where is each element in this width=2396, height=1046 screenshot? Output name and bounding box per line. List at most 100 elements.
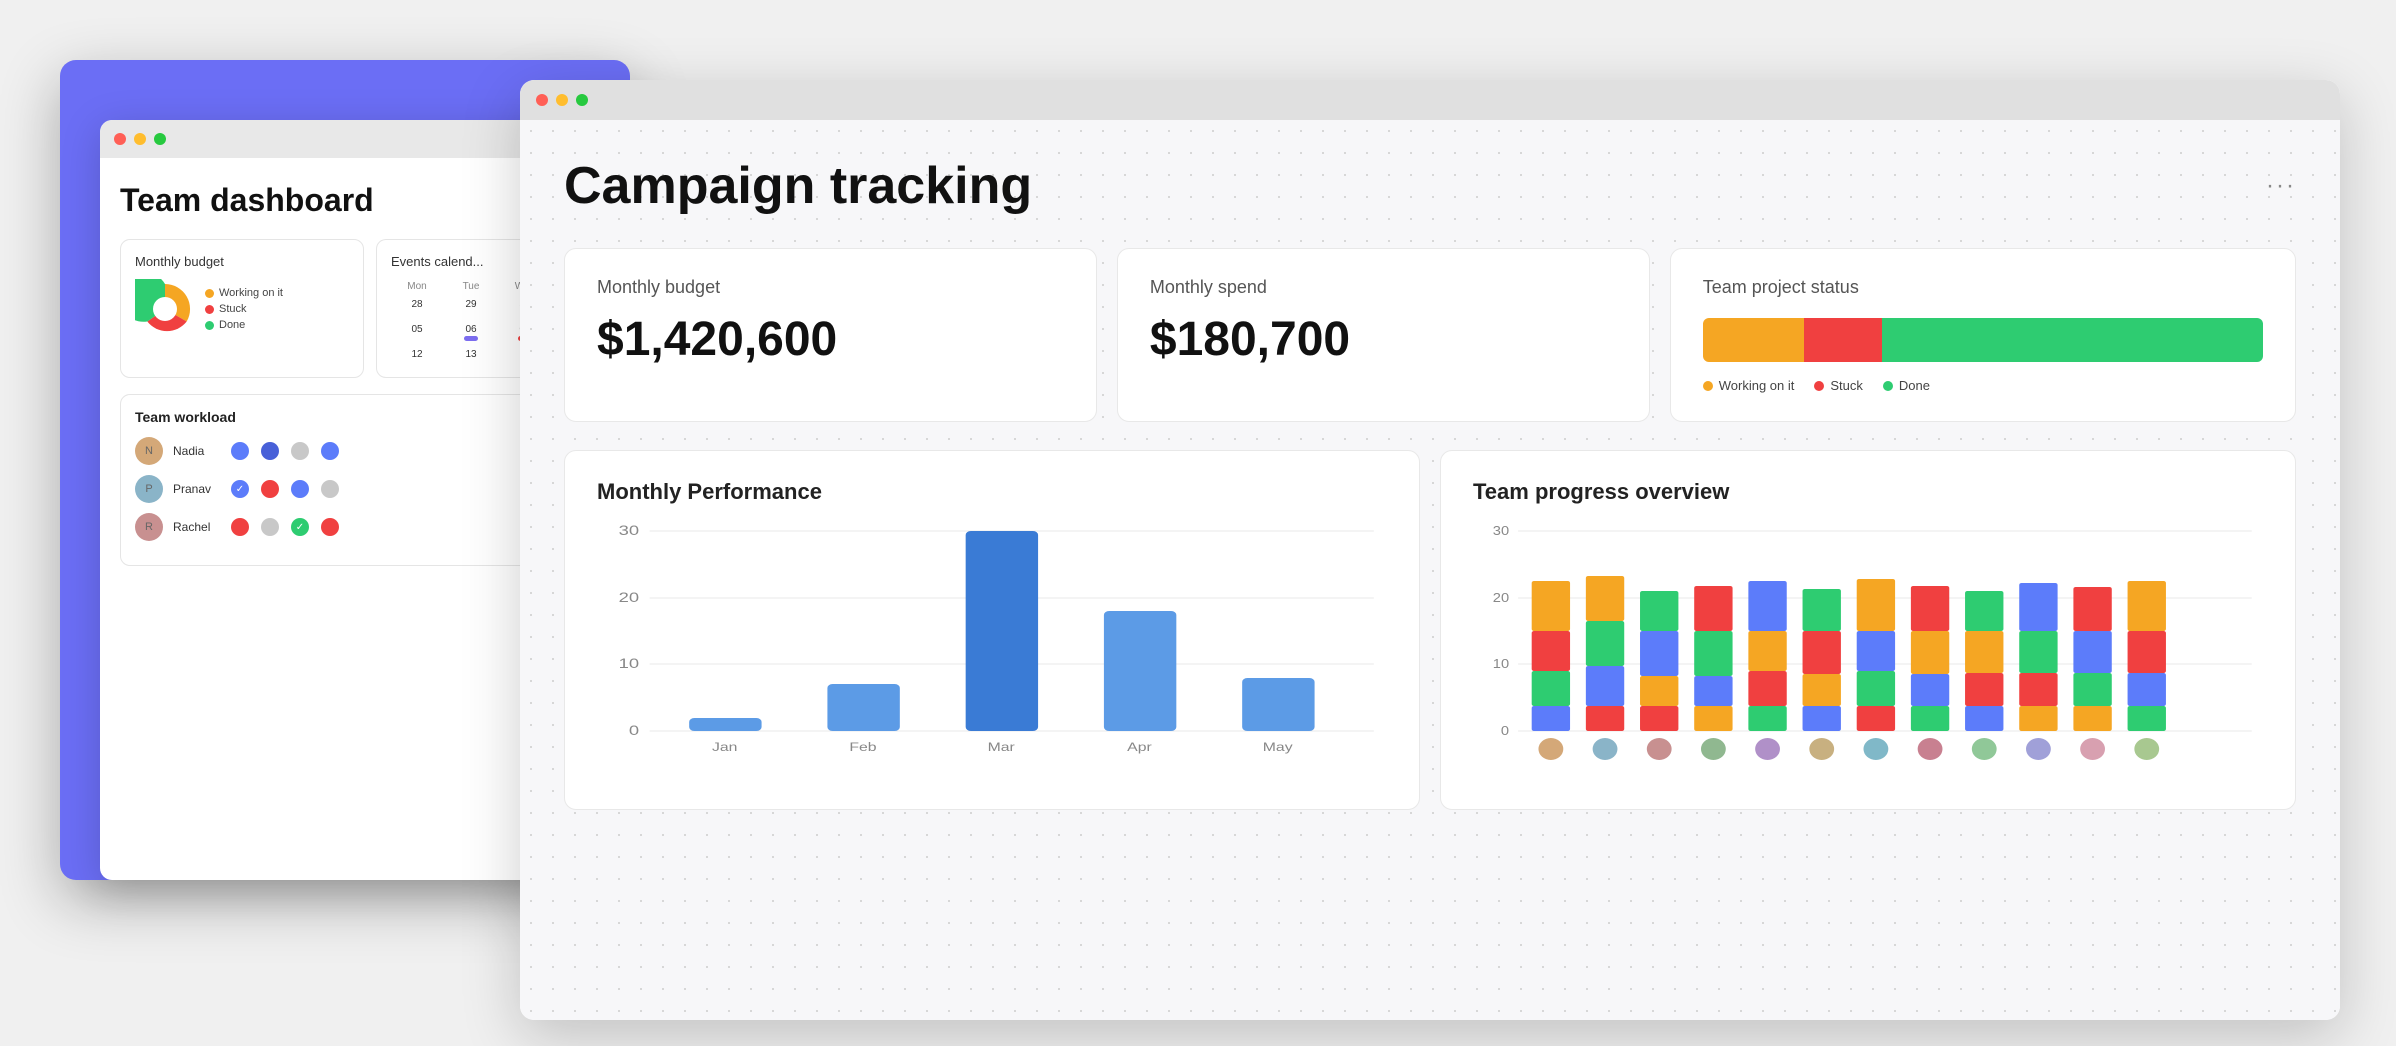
prog-bar-2-3 [1586, 666, 1624, 706]
prog-bar-4-4 [1694, 706, 1732, 731]
monthly-performance-svg: 30 20 10 0 Jan Feb Mar [597, 521, 1387, 781]
avatar-circle-6 [1809, 738, 1834, 760]
task-dot-rachel-4 [321, 518, 339, 536]
campaign-expand-dot[interactable] [576, 94, 588, 106]
monthly-spend-stat-card: Monthly spend $180,700 [1117, 248, 1650, 422]
task-dot-rachel-3: ✓ [291, 518, 309, 536]
team-progress-title: Team progress overview [1473, 479, 2263, 505]
team-project-status-label: Team project status [1703, 277, 2263, 298]
svg-text:20: 20 [619, 590, 640, 605]
svg-text:30: 30 [619, 523, 640, 538]
legend-done: Done [205, 319, 283, 331]
cal-06: 06 [445, 321, 497, 344]
prog-bar-1-2 [1532, 631, 1570, 671]
close-dot[interactable] [114, 133, 126, 145]
bar-jan [689, 718, 761, 731]
avatar-circle-9 [1972, 738, 1997, 760]
avatar-circle-10 [2026, 738, 2051, 760]
working-dot [205, 289, 214, 298]
prog-bar-11-4 [2073, 706, 2111, 731]
bar-may [1242, 678, 1314, 731]
prog-bar-9-4 [1965, 706, 2003, 731]
campaign-minimize-dot[interactable] [556, 94, 568, 106]
sq-done [1883, 381, 1893, 391]
prog-bar-1-3 [1532, 671, 1570, 706]
cal-13: 13 [445, 346, 497, 363]
prog-bar-7-3 [1857, 671, 1895, 706]
prog-bar-6-2 [1803, 631, 1841, 674]
task-dot-pranav-4 [321, 480, 339, 498]
cal-mon: Mon [391, 279, 443, 294]
prog-bar-6-1 [1803, 589, 1841, 631]
task-dot-pranav-1: ✓ [231, 480, 249, 498]
stat-cards-row: Monthly budget $1,420,600 Monthly spend … [564, 248, 2296, 422]
avatar-pranav: P [135, 475, 163, 503]
prog-bar-5-1 [1748, 581, 1786, 631]
monthly-budget-stat-card: Monthly budget $1,420,600 [564, 248, 1097, 422]
name-nadia: Nadia [173, 444, 221, 458]
prog-bar-3-1 [1640, 591, 1678, 631]
campaign-close-dot[interactable] [536, 94, 548, 106]
cal-29: 29 [445, 296, 497, 319]
pie-chart-container: Working on it Stuck Done [135, 279, 349, 339]
status-seg-working [1703, 318, 1804, 362]
svg-text:10: 10 [619, 656, 640, 671]
prog-bar-1-4 [1532, 706, 1570, 731]
cal-12: 12 [391, 346, 443, 363]
pie-chart-svg [135, 279, 195, 339]
charts-row: Monthly Performance 30 20 10 0 [564, 450, 2296, 810]
prog-bar-5-4 [1748, 706, 1786, 731]
monthly-budget-label: Monthly budget [597, 277, 1064, 298]
name-pranav: Pranav [173, 482, 221, 496]
prog-bar-3-3 [1640, 676, 1678, 706]
prog-bar-8-1 [1911, 586, 1949, 631]
avatar-circle-12 [2134, 738, 2159, 760]
prog-bar-2-1 [1586, 576, 1624, 621]
svg-text:Mar: Mar [988, 740, 1016, 754]
status-bar-container [1703, 318, 2263, 362]
minimize-dot[interactable] [134, 133, 146, 145]
bar-mar [966, 531, 1038, 731]
prog-bar-7-4 [1857, 706, 1895, 731]
prog-bar-4-2 [1694, 631, 1732, 676]
monthly-performance-title: Monthly Performance [597, 479, 1387, 505]
prog-bar-4-1 [1694, 586, 1732, 631]
monthly-budget-small-label: Monthly budget [135, 254, 349, 269]
status-legend-stuck: Stuck [1814, 378, 1863, 393]
prog-bar-11-2 [2073, 631, 2111, 673]
prog-bar-6-3 [1803, 674, 1841, 706]
monthly-performance-chart: 30 20 10 0 Jan Feb Mar [597, 521, 1387, 781]
prog-bar-3-2 [1640, 631, 1678, 676]
legend-stuck: Stuck [205, 303, 283, 315]
prog-bar-10-4 [2019, 706, 2057, 731]
task-dot-3 [291, 442, 309, 460]
campaign-body: Campaign tracking ··· Monthly budget $1,… [520, 120, 2340, 1020]
avatar-circle-7 [1863, 738, 1888, 760]
status-legend: Working on it Stuck Done [1703, 378, 2263, 393]
prog-bar-12-4 [2128, 706, 2166, 731]
svg-text:0: 0 [629, 723, 639, 738]
task-dot-rachel-1 [231, 518, 249, 536]
svg-text:20: 20 [1493, 590, 1510, 605]
status-seg-done [1882, 318, 2263, 362]
task-dot-rachel-2 [261, 518, 279, 536]
pie-legend: Working on it Stuck Done [205, 287, 283, 331]
campaign-titlebar [520, 80, 2340, 120]
prog-bar-8-3 [1911, 674, 1949, 706]
prog-bar-7-2 [1857, 631, 1895, 671]
task-dot-2 [261, 442, 279, 460]
prog-bar-5-3 [1748, 671, 1786, 706]
status-legend-working: Working on it [1703, 378, 1795, 393]
campaign-header: Campaign tracking ··· [564, 156, 2296, 216]
stuck-dot [205, 305, 214, 314]
name-rachel: Rachel [173, 520, 221, 534]
team-project-status-card: Team project status Working on it [1670, 248, 2296, 422]
avatar-nadia: N [135, 437, 163, 465]
task-dot-1 [231, 442, 249, 460]
campaign-title: Campaign tracking [564, 156, 1032, 216]
avatar-circle-8 [1918, 738, 1943, 760]
status-seg-stuck [1804, 318, 1882, 362]
cal-28: 28 [391, 296, 443, 319]
more-options-button[interactable]: ··· [2266, 172, 2296, 200]
expand-dot[interactable] [154, 133, 166, 145]
